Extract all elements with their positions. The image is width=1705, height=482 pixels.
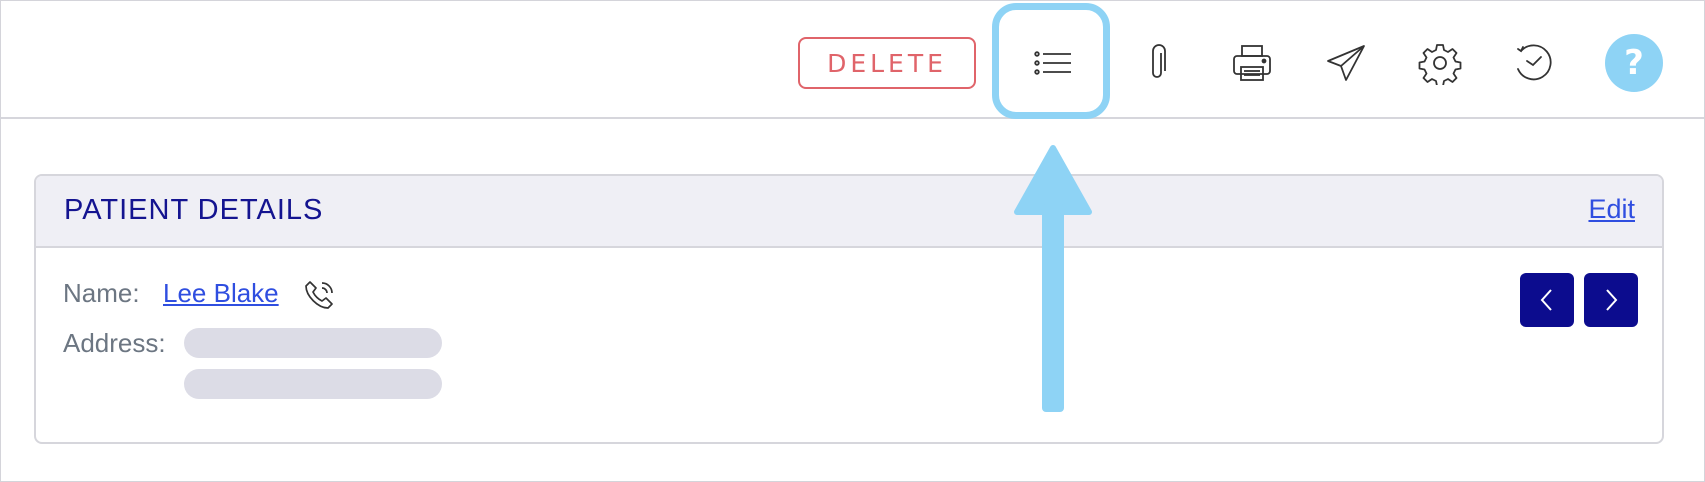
card-header: PATIENT DETAILS Edit — [36, 176, 1662, 248]
history-icon — [1517, 44, 1552, 81]
address-line-1-redacted — [184, 328, 442, 358]
settings-button[interactable] — [1408, 31, 1472, 95]
patient-name-link[interactable]: Lee Blake — [163, 278, 279, 309]
edit-link[interactable]: Edit — [1588, 194, 1635, 225]
address-line-2-redacted — [184, 369, 442, 399]
highlight-ring — [992, 3, 1110, 119]
chevron-right-icon — [1606, 289, 1618, 311]
paperclip-icon — [1152, 44, 1166, 78]
patient-details-card: PATIENT DETAILS Edit Name: Lee Blake Add… — [34, 174, 1664, 444]
next-button[interactable] — [1584, 273, 1638, 327]
printer-icon — [1233, 45, 1271, 81]
gear-icon — [1418, 44, 1462, 85]
help-button[interactable]: ? — [1605, 34, 1663, 92]
name-label: Name: — [63, 278, 140, 308]
chevron-left-icon — [1540, 289, 1552, 311]
send-button[interactable] — [1314, 31, 1378, 95]
toolbar: DELETE ? — [1, 1, 1704, 119]
print-button[interactable] — [1220, 31, 1284, 95]
app-frame: DELETE ? PATIENT DETAILS Edit Name: Lee … — [0, 0, 1705, 482]
phone-icon[interactable] — [302, 277, 338, 313]
section-title: PATIENT DETAILS — [64, 194, 324, 226]
previous-button[interactable] — [1520, 273, 1574, 327]
attach-button[interactable] — [1126, 31, 1190, 95]
address-label: Address: — [63, 328, 166, 358]
delete-button[interactable]: DELETE — [798, 37, 976, 89]
history-button[interactable] — [1502, 31, 1566, 95]
pointer-arrow — [1014, 145, 1092, 412]
send-icon — [1327, 45, 1365, 81]
